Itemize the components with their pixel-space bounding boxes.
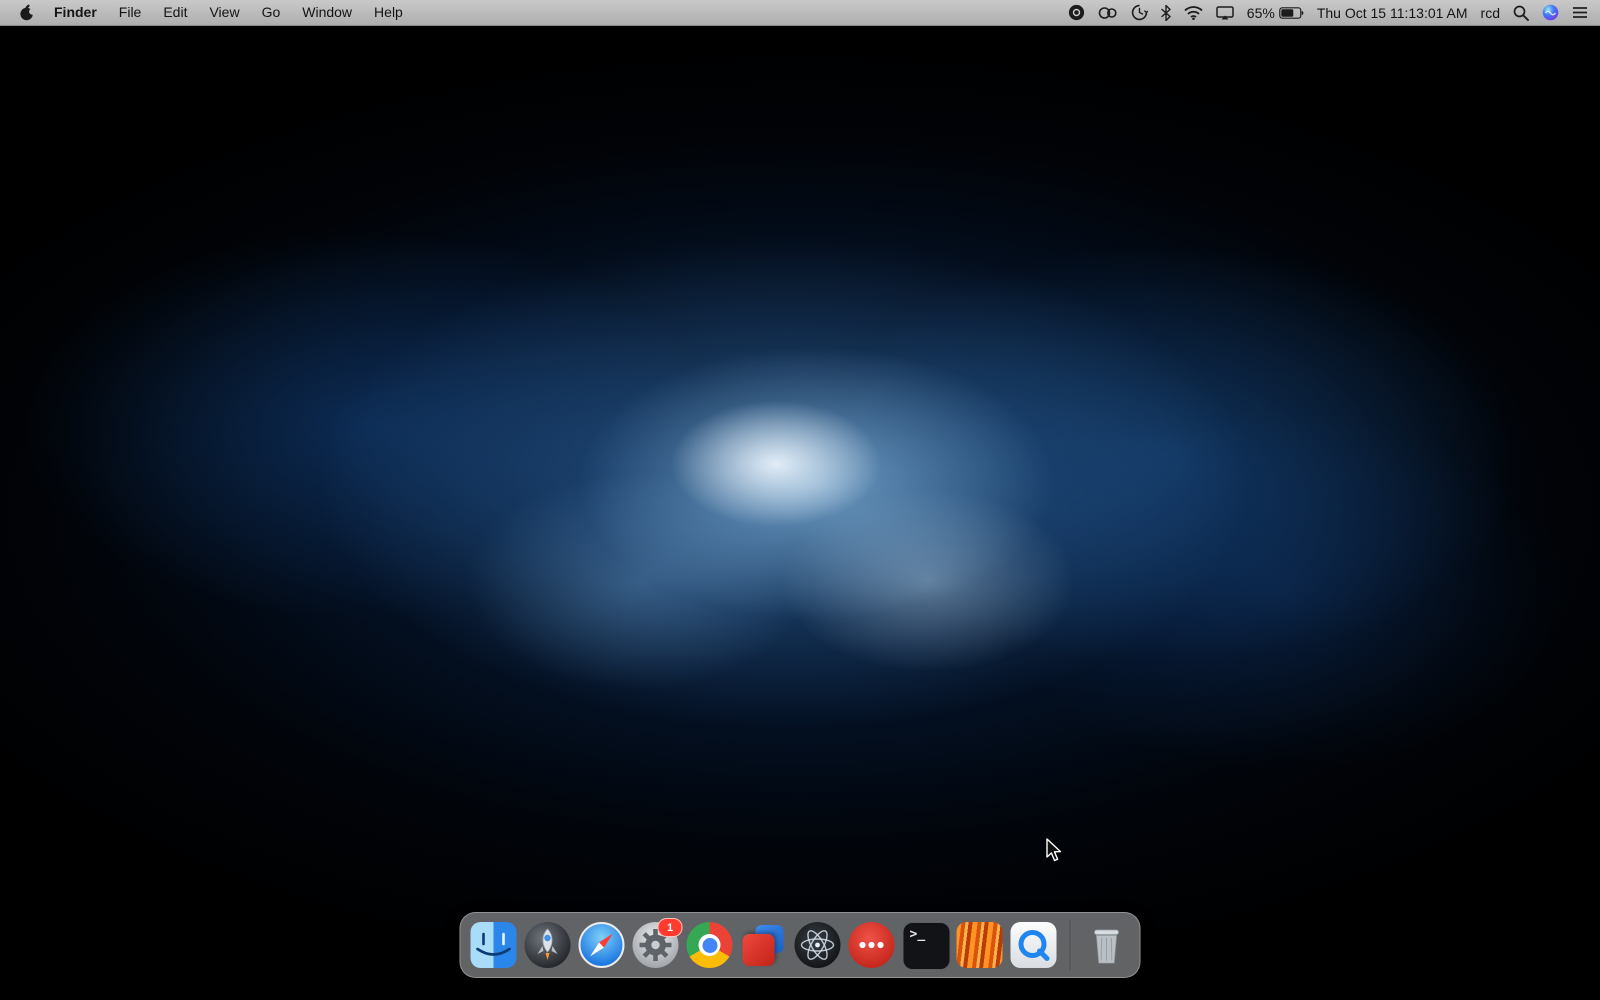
time-machine-menu-extra[interactable]: [1131, 0, 1148, 25]
launchpad-rocket-icon: [525, 922, 571, 968]
terminal-icon: >_: [903, 922, 951, 970]
battery-menu-extra[interactable]: 65%: [1247, 0, 1304, 25]
dock-item-finder[interactable]: [471, 922, 517, 968]
menu-list-icon: [1572, 6, 1588, 19]
trash-icon: [1084, 922, 1130, 968]
orange-stripes-icon: [957, 922, 1003, 968]
siri-icon: [1542, 4, 1559, 21]
wifi-icon: [1184, 6, 1203, 20]
notification-badge: 1: [658, 918, 683, 937]
menu-bar-left: Finder File Edit View Go Window Help: [12, 0, 413, 25]
dock-divider: [1070, 920, 1071, 970]
apple-menu[interactable]: [12, 4, 42, 22]
desktop-wallpaper[interactable]: [0, 25, 1600, 1000]
dock-item-launchpad[interactable]: [525, 922, 571, 968]
siri-menu-extra[interactable]: [1542, 0, 1559, 25]
dock-item-terminal[interactable]: >_: [903, 922, 949, 968]
chrome-icon: [687, 922, 733, 968]
creative-cloud-icon: [1098, 6, 1118, 20]
dock-item-atom-app[interactable]: [795, 922, 841, 968]
notification-center-menu-extra[interactable]: [1572, 0, 1588, 25]
dock-item-quicktime[interactable]: [1011, 922, 1057, 968]
quicktime-q-icon: [1011, 922, 1057, 968]
display-menu-extra[interactable]: [1216, 0, 1234, 25]
bluetooth-icon: [1161, 5, 1171, 21]
menu-file[interactable]: File: [109, 0, 152, 25]
dock-item-red-dots-app[interactable]: [849, 922, 895, 968]
dock-item-orange-stripes-app[interactable]: [957, 922, 1003, 968]
time-machine-icon: [1131, 4, 1148, 21]
user-menu-extra[interactable]: rcd: [1481, 5, 1500, 21]
display-airplay-icon: [1216, 6, 1234, 20]
menu-bar-clock[interactable]: Thu Oct 15 11:13:01 AM: [1317, 5, 1468, 21]
battery-percent-label: 65%: [1247, 5, 1275, 21]
safari-compass-icon: [579, 922, 625, 968]
dock-item-safari[interactable]: [579, 922, 625, 968]
menu-help[interactable]: Help: [364, 0, 413, 25]
atom-orbits-icon: [795, 922, 841, 968]
menu-go[interactable]: Go: [252, 0, 291, 25]
search-icon: [1513, 5, 1529, 21]
dock: 1: [460, 912, 1141, 978]
mouse-cursor: [1045, 838, 1063, 862]
active-app-menu[interactable]: Finder: [44, 0, 107, 25]
menu-view[interactable]: View: [199, 0, 249, 25]
bluetooth-menu-extra[interactable]: [1161, 0, 1171, 25]
dock-item-trash[interactable]: [1084, 922, 1130, 968]
creative-cloud-menu-extra[interactable]: [1098, 0, 1118, 25]
battery-icon: [1279, 7, 1304, 19]
menu-window[interactable]: Window: [292, 0, 362, 25]
dock-item-chrome[interactable]: [687, 922, 733, 968]
red-dots-icon: [849, 922, 895, 968]
menu-bar-status-area: 65% Thu Oct 15 11:13:01 AM rcd: [1068, 0, 1588, 25]
menu-edit[interactable]: Edit: [153, 0, 197, 25]
terminal-prompt-glyph: >_: [910, 927, 926, 942]
record-stop-icon: [1068, 4, 1085, 21]
dock-item-system-preferences[interactable]: 1: [633, 922, 679, 968]
finder-icon: [471, 922, 517, 968]
apple-logo-icon: [19, 4, 35, 22]
record-stop-menu-extra[interactable]: [1068, 0, 1085, 25]
menu-bar: Finder File Edit View Go Window Help: [0, 0, 1600, 26]
red-blue-app-icon: [741, 922, 787, 968]
dock-item-red-blue-app[interactable]: [741, 922, 787, 968]
spotlight-menu-extra[interactable]: [1513, 0, 1529, 25]
wifi-menu-extra[interactable]: [1184, 0, 1203, 25]
